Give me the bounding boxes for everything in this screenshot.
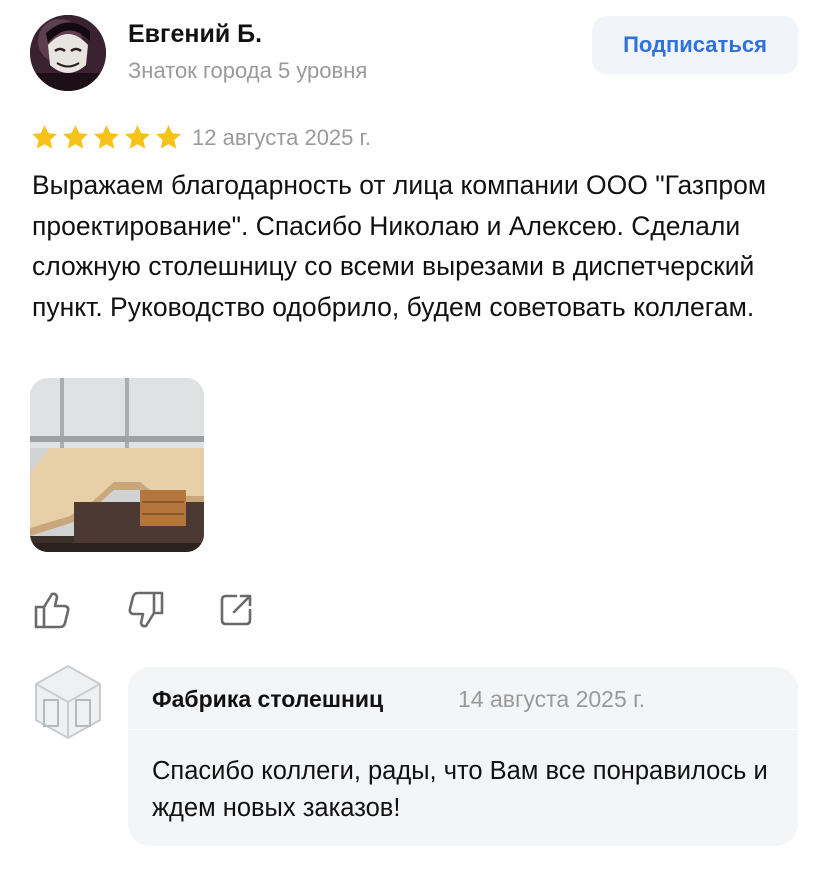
star-icon xyxy=(156,125,181,149)
desk-photo-image xyxy=(30,378,204,552)
star-icon xyxy=(63,125,88,149)
review-date: 12 августа 2025 г. xyxy=(192,125,371,150)
avatar-image xyxy=(30,15,106,91)
dislike-button[interactable] xyxy=(124,588,168,632)
reply-author[interactable]: Фабрика столешниц xyxy=(152,686,383,713)
rating-stars xyxy=(30,123,183,152)
review-text: Выражаем благодарность от лица компании … xyxy=(32,170,767,322)
thumbs-up-icon xyxy=(34,592,70,629)
user-level: Знаток города 5 уровня xyxy=(128,58,368,83)
subscribe-button[interactable]: Подписаться xyxy=(592,16,798,74)
star-icon xyxy=(32,125,57,149)
review-photo[interactable] xyxy=(30,378,204,552)
share-icon xyxy=(220,594,252,626)
reply-text: Спасибо коллеги, рады, что Вам все понра… xyxy=(152,757,768,822)
reply-date: 14 августа 2025 г. xyxy=(458,686,646,712)
star-icon xyxy=(125,125,150,149)
star-icon xyxy=(94,125,119,149)
share-button[interactable] xyxy=(214,588,258,632)
company-logo-image xyxy=(35,664,101,740)
user-name[interactable]: Евгений Б. xyxy=(128,20,262,49)
company-logo xyxy=(34,664,102,740)
thumbs-down-icon xyxy=(128,591,164,628)
avatar[interactable] xyxy=(30,15,106,91)
reply-card: Фабрика столешниц 14 августа 2025 г. Спа… xyxy=(128,667,798,846)
like-button[interactable] xyxy=(30,588,74,632)
